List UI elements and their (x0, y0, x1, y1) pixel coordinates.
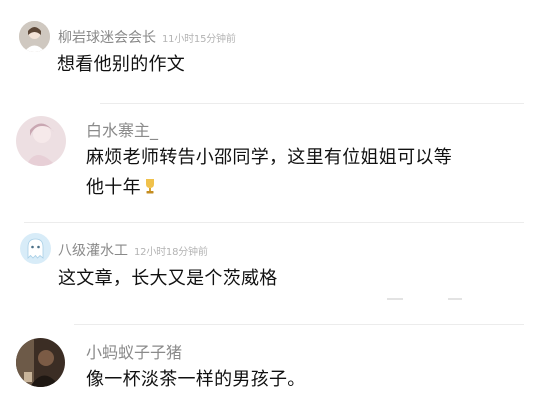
avatar[interactable] (16, 338, 65, 387)
divider (74, 324, 524, 325)
comment-text-continued: 他十年 (86, 177, 141, 198)
comment-time: 11小时15分钟前 (162, 34, 236, 45)
avatar[interactable] (19, 21, 50, 52)
divider (448, 298, 462, 300)
comment-text: 像一杯淡茶一样的男孩子。 (86, 369, 306, 390)
person-avatar-icon (19, 21, 50, 52)
comment-username[interactable]: 小蚂蚁子子猪 (86, 339, 182, 363)
comment-text-line2: 他十年 (86, 173, 157, 203)
comment-username[interactable]: 八级灌水工 12小时18分钟前 (58, 240, 208, 260)
divider (387, 298, 403, 300)
ghost-avatar-icon (20, 233, 51, 264)
divider (24, 222, 524, 223)
avatar[interactable] (16, 116, 66, 166)
comment-time: 12小时18分钟前 (134, 247, 208, 258)
username-label[interactable]: 柳岩球迷会会长 (58, 30, 156, 46)
divider (100, 103, 524, 104)
trophy-emoji-icon (145, 179, 154, 194)
comment-text: 麻烦老师转告小邵同学，这里有位姐姐可以等 (86, 147, 452, 168)
username-label[interactable]: 八级灌水工 (58, 243, 128, 259)
portrait-avatar-icon (16, 116, 66, 166)
comment-username[interactable]: 柳岩球迷会会长 11小时15分钟前 (58, 27, 236, 47)
dark-photo-avatar-icon (16, 338, 65, 387)
comment-text: 这文章，长大又是个茨威格 (58, 268, 278, 289)
avatar[interactable] (20, 233, 51, 264)
comment-text: 想看他别的作文 (57, 54, 186, 75)
comment-username[interactable]: 白水寨主_ (86, 117, 158, 141)
